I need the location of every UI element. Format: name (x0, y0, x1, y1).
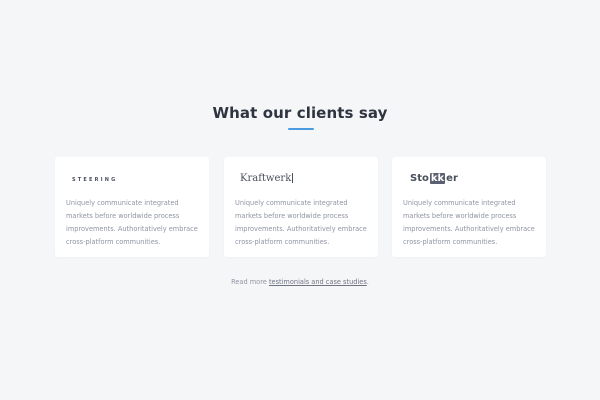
steering-logo: STEERING (72, 173, 117, 187)
stokker-logo-start: Sto (410, 172, 429, 184)
read-more-prefix: Read more (231, 278, 269, 286)
testimonial-card-stokker: Sto kk er Uniquely communicate integrated … (392, 157, 546, 257)
testimonial-card-kraftwerk: Kraftwerk Uniquely communicate integrate… (224, 157, 378, 257)
read-more-suffix: . (366, 278, 369, 286)
kraftwerk-logo-text: Kraftwerk (240, 172, 292, 184)
testimonial-text: Uniquely communicate integrated markets … (66, 199, 198, 246)
testimonial-card-steering: STEERING Uniquely communicate integrated… (55, 157, 209, 257)
read-more-note: Read more testimonials and case studies. (0, 278, 600, 286)
testimonials-link[interactable]: testimonials and case studies (269, 278, 367, 286)
kraftwerk-logo: Kraftwerk (240, 171, 294, 185)
kraftwerk-logo-bar (292, 173, 294, 183)
section-title: What our clients say (212, 104, 388, 122)
stokker-logo: Sto kk er (410, 171, 458, 185)
testimonial-text: Uniquely communicate integrated markets … (235, 199, 367, 246)
steering-logo-text: STEERING (72, 177, 118, 183)
stokker-logo-highlight: kk (429, 172, 446, 184)
testimonial-text: Uniquely communicate integrated markets … (403, 199, 535, 246)
stokker-logo-end: er (446, 172, 458, 184)
title-underline (288, 128, 314, 130)
testimonial-cards: STEERING Uniquely communicate integrated… (55, 157, 547, 257)
testimonials-section: What our clients say STEERING Uniquely c… (0, 0, 600, 400)
